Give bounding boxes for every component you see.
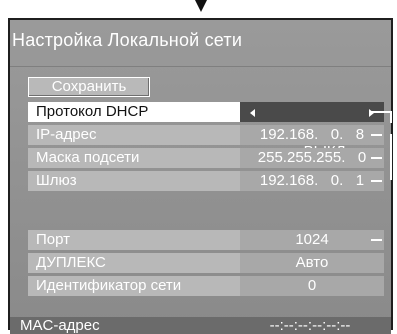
ip-address-label: IP-адрес (28, 125, 240, 145)
address-bracket (382, 134, 392, 180)
left-triangle-icon[interactable] (250, 109, 255, 117)
gateway-row[interactable]: Шлюз 192.168. 0. 1 (28, 171, 391, 191)
network-id-label: Идентификатор сети (28, 276, 240, 296)
duplex-row[interactable]: ДУПЛЕКС Авто (28, 253, 391, 273)
gateway-label: Шлюз (28, 171, 240, 191)
port-value[interactable]: 1024 (240, 230, 384, 250)
network-id-value[interactable]: 0 (240, 276, 384, 296)
title-divider (10, 66, 391, 67)
subnet-mask-row[interactable]: Маска подсети 255.255.255. 0 (28, 148, 391, 168)
dhcp-row[interactable]: Протокол DHCP ВЫКЛ (28, 102, 391, 160)
dhcp-value-selector[interactable]: ВЫКЛ (240, 102, 384, 160)
page-title: Настройка Локальной сети (12, 30, 243, 50)
ip-address-value[interactable]: 192.168. 0. 8 (240, 125, 384, 145)
network-id-row[interactable]: Идентификатор сети 0 (28, 276, 391, 296)
dhcp-callout-line (371, 111, 382, 113)
mac-address-value: --:--:--:--:--:-- (269, 317, 351, 334)
down-arrow-icon (195, 0, 207, 12)
duplex-value[interactable]: Авто (240, 253, 384, 273)
duplex-label: ДУПЛЕКС (28, 253, 240, 273)
mac-address-row: MAC-адрес --:--:--:--:--:-- (10, 317, 391, 334)
ip-address-row[interactable]: IP-адрес 192.168. 0. 8 (28, 125, 391, 145)
gateway-callout-line (371, 180, 382, 182)
gateway-value[interactable]: 192.168. 0. 1 (240, 171, 384, 191)
mask-callout-line (371, 157, 382, 159)
port-label: Порт (28, 230, 240, 250)
dhcp-callout-bracket (382, 111, 392, 123)
save-button[interactable]: Сохранить (28, 77, 150, 97)
subnet-mask-label: Маска подсети (28, 148, 240, 168)
mac-address-label: MAC-адрес (20, 317, 100, 334)
port-callout-line (371, 239, 382, 241)
dhcp-label: Протокол DHCP (28, 102, 240, 122)
lan-settings-panel: Настройка Локальной сети Сохранить Прото… (8, 18, 393, 334)
subnet-mask-value[interactable]: 255.255.255. 0 (240, 148, 384, 168)
port-row[interactable]: Порт 1024 (28, 230, 391, 250)
ip-callout-line (371, 134, 382, 136)
